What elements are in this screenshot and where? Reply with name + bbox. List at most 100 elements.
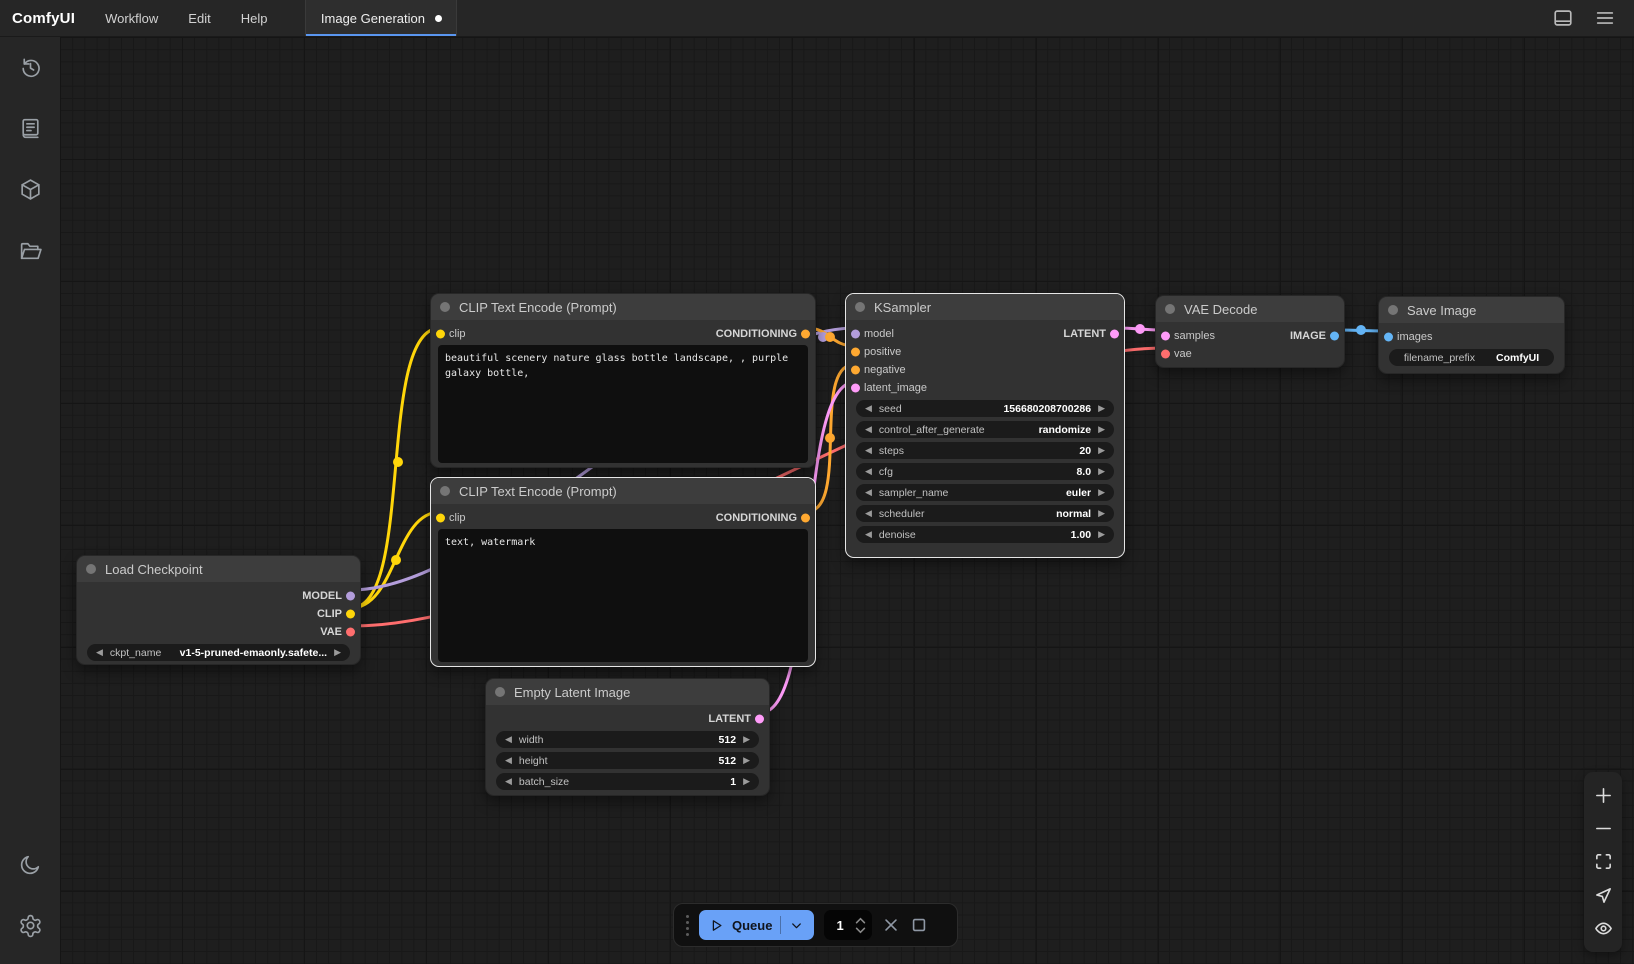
collapse-dot[interactable] <box>495 687 505 697</box>
node-graph-canvas[interactable]: Load Checkpoint MODEL CLIP VAE ◀ ckpt_na… <box>60 37 1634 964</box>
queue-history-icon[interactable] <box>18 55 43 80</box>
vae-input-port[interactable] <box>1161 350 1170 359</box>
node-clip-text-encode-negative[interactable]: CLIP Text Encode (Prompt) clip CONDITION… <box>430 477 816 667</box>
widget-height[interactable]: ◀ height 512 ▶ <box>496 752 759 769</box>
collapse-dot[interactable] <box>855 302 865 312</box>
output-slot-vae: VAE <box>77 623 360 641</box>
increment-icon[interactable]: ▶ <box>1098 509 1105 518</box>
increment-icon[interactable]: ▶ <box>1098 488 1105 497</box>
interrupt-stop-icon[interactable] <box>910 916 928 934</box>
select-mode-cursor-icon[interactable] <box>1594 886 1613 905</box>
increment-icon[interactable]: ▶ <box>743 756 750 765</box>
drag-handle[interactable] <box>686 915 689 936</box>
node-vae-decode[interactable]: VAE Decode samples IMAGE vae <box>1155 295 1345 368</box>
widget-denoise[interactable]: ◀ denoise 1.00 ▶ <box>856 526 1114 543</box>
node-save-image[interactable]: Save Image images filename_prefix ComfyU… <box>1378 296 1565 374</box>
node-header[interactable]: Save Image <box>1379 297 1564 323</box>
widget-steps[interactable]: ◀ steps 20 ▶ <box>856 442 1114 459</box>
widget-batch-size[interactable]: ◀ batch_size 1 ▶ <box>496 773 759 790</box>
queue-button[interactable]: Queue <box>699 910 814 940</box>
clip-input-port[interactable] <box>436 330 445 339</box>
node-header[interactable]: VAE Decode <box>1156 296 1344 322</box>
decrement-icon[interactable]: ◀ <box>865 404 872 413</box>
toggle-link-visibility-eye-icon[interactable] <box>1594 919 1613 938</box>
prompt-textarea[interactable]: beautiful scenery nature glass bottle la… <box>438 345 808 463</box>
widget-value: ComfyUI <box>1496 352 1539 364</box>
collapse-dot[interactable] <box>1388 305 1398 315</box>
hamburger-menu-icon[interactable] <box>1594 7 1616 29</box>
widget-control-after-generate[interactable]: ◀ control_after_generate randomize ▶ <box>856 421 1114 438</box>
queue-options-chevron-icon[interactable] <box>789 918 804 933</box>
prev-value-icon[interactable]: ◀ <box>96 648 103 657</box>
collapse-dot[interactable] <box>86 564 96 574</box>
image-port[interactable] <box>1330 332 1339 341</box>
widget-seed[interactable]: ◀ seed 156680208700286 ▶ <box>856 400 1114 417</box>
menu-workflow[interactable]: Workflow <box>105 11 158 26</box>
increment-icon[interactable]: ▶ <box>743 735 750 744</box>
decrement-icon[interactable]: ◀ <box>505 735 512 744</box>
widget-scheduler[interactable]: ◀ scheduler normal ▶ <box>856 505 1114 522</box>
node-header[interactable]: Load Checkpoint <box>77 556 360 582</box>
images-input-port[interactable] <box>1384 333 1393 342</box>
latent-port[interactable] <box>755 715 764 724</box>
zoom-in-icon[interactable] <box>1594 786 1613 805</box>
next-value-icon[interactable]: ▶ <box>334 648 341 657</box>
collapse-dot[interactable] <box>440 302 450 312</box>
node-header[interactable]: KSampler <box>846 294 1124 320</box>
tab-image-generation[interactable]: Image Generation <box>305 0 457 36</box>
clip-port[interactable] <box>346 610 355 619</box>
node-clip-text-encode-positive[interactable]: CLIP Text Encode (Prompt) clip CONDITION… <box>430 293 816 468</box>
node-header[interactable]: Empty Latent Image <box>486 679 769 705</box>
clip-input-port[interactable] <box>436 514 445 523</box>
node-header[interactable]: CLIP Text Encode (Prompt) <box>431 294 815 320</box>
bottom-panel-icon[interactable] <box>1552 7 1574 29</box>
menu-help[interactable]: Help <box>241 11 268 26</box>
fit-view-icon[interactable] <box>1594 852 1613 871</box>
prompt-textarea[interactable]: text, watermark <box>438 529 808 662</box>
node-empty-latent-image[interactable]: Empty Latent Image LATENT ◀ width 512 ▶ … <box>485 678 770 796</box>
vae-port[interactable] <box>346 628 355 637</box>
model-input-port[interactable] <box>851 330 860 339</box>
decrement-icon[interactable]: ◀ <box>865 467 872 476</box>
zoom-out-icon[interactable] <box>1594 819 1613 838</box>
widget-ckpt-name[interactable]: ◀ ckpt_name v1-5-pruned-emaonly.safete..… <box>87 644 350 661</box>
menu-edit[interactable]: Edit <box>188 11 210 26</box>
decrement-icon[interactable]: ◀ <box>505 777 512 786</box>
latent-image-input-port[interactable] <box>851 384 860 393</box>
decrement-icon[interactable]: ◀ <box>865 446 872 455</box>
decrement-icon[interactable]: ◀ <box>865 530 872 539</box>
widget-cfg[interactable]: ◀ cfg 8.0 ▶ <box>856 463 1114 480</box>
theme-toggle-moon-icon[interactable] <box>18 852 43 877</box>
workflows-folder-icon[interactable] <box>18 238 43 263</box>
increment-icon[interactable]: ▶ <box>1098 530 1105 539</box>
decrement-icon[interactable]: ◀ <box>505 756 512 765</box>
model-port[interactable] <box>346 592 355 601</box>
increment-icon[interactable]: ▶ <box>1098 467 1105 476</box>
collapse-dot[interactable] <box>440 486 450 496</box>
positive-input-port[interactable] <box>851 348 860 357</box>
decrement-icon[interactable]: ◀ <box>865 425 872 434</box>
widget-filename-prefix[interactable]: filename_prefix ComfyUI <box>1389 349 1554 366</box>
node-load-checkpoint[interactable]: Load Checkpoint MODEL CLIP VAE ◀ ckpt_na… <box>76 555 361 665</box>
node-library-icon[interactable] <box>18 116 43 141</box>
negative-input-port[interactable] <box>851 366 860 375</box>
settings-gear-icon[interactable] <box>18 913 43 938</box>
increment-icon[interactable]: ▶ <box>1098 404 1105 413</box>
model-library-icon[interactable] <box>18 177 43 202</box>
node-header[interactable]: CLIP Text Encode (Prompt) <box>431 478 815 504</box>
widget-width[interactable]: ◀ width 512 ▶ <box>496 731 759 748</box>
decrement-icon[interactable]: ◀ <box>865 509 872 518</box>
collapse-dot[interactable] <box>1165 304 1175 314</box>
node-ksampler[interactable]: KSampler LATENT model positive negative … <box>845 293 1125 558</box>
increment-icon[interactable]: ▶ <box>1098 446 1105 455</box>
increment-icon[interactable]: ▶ <box>1098 425 1105 434</box>
increment-icon[interactable]: ▶ <box>743 777 750 786</box>
count-steppers[interactable] <box>855 917 866 934</box>
batch-count-input[interactable]: 1 <box>824 910 872 940</box>
samples-input-port[interactable] <box>1161 332 1170 341</box>
decrement-icon[interactable]: ◀ <box>865 488 872 497</box>
conditioning-port[interactable] <box>801 330 810 339</box>
conditioning-port[interactable] <box>801 514 810 523</box>
widget-sampler-name[interactable]: ◀ sampler_name euler ▶ <box>856 484 1114 501</box>
clear-queue-icon[interactable] <box>882 916 900 934</box>
